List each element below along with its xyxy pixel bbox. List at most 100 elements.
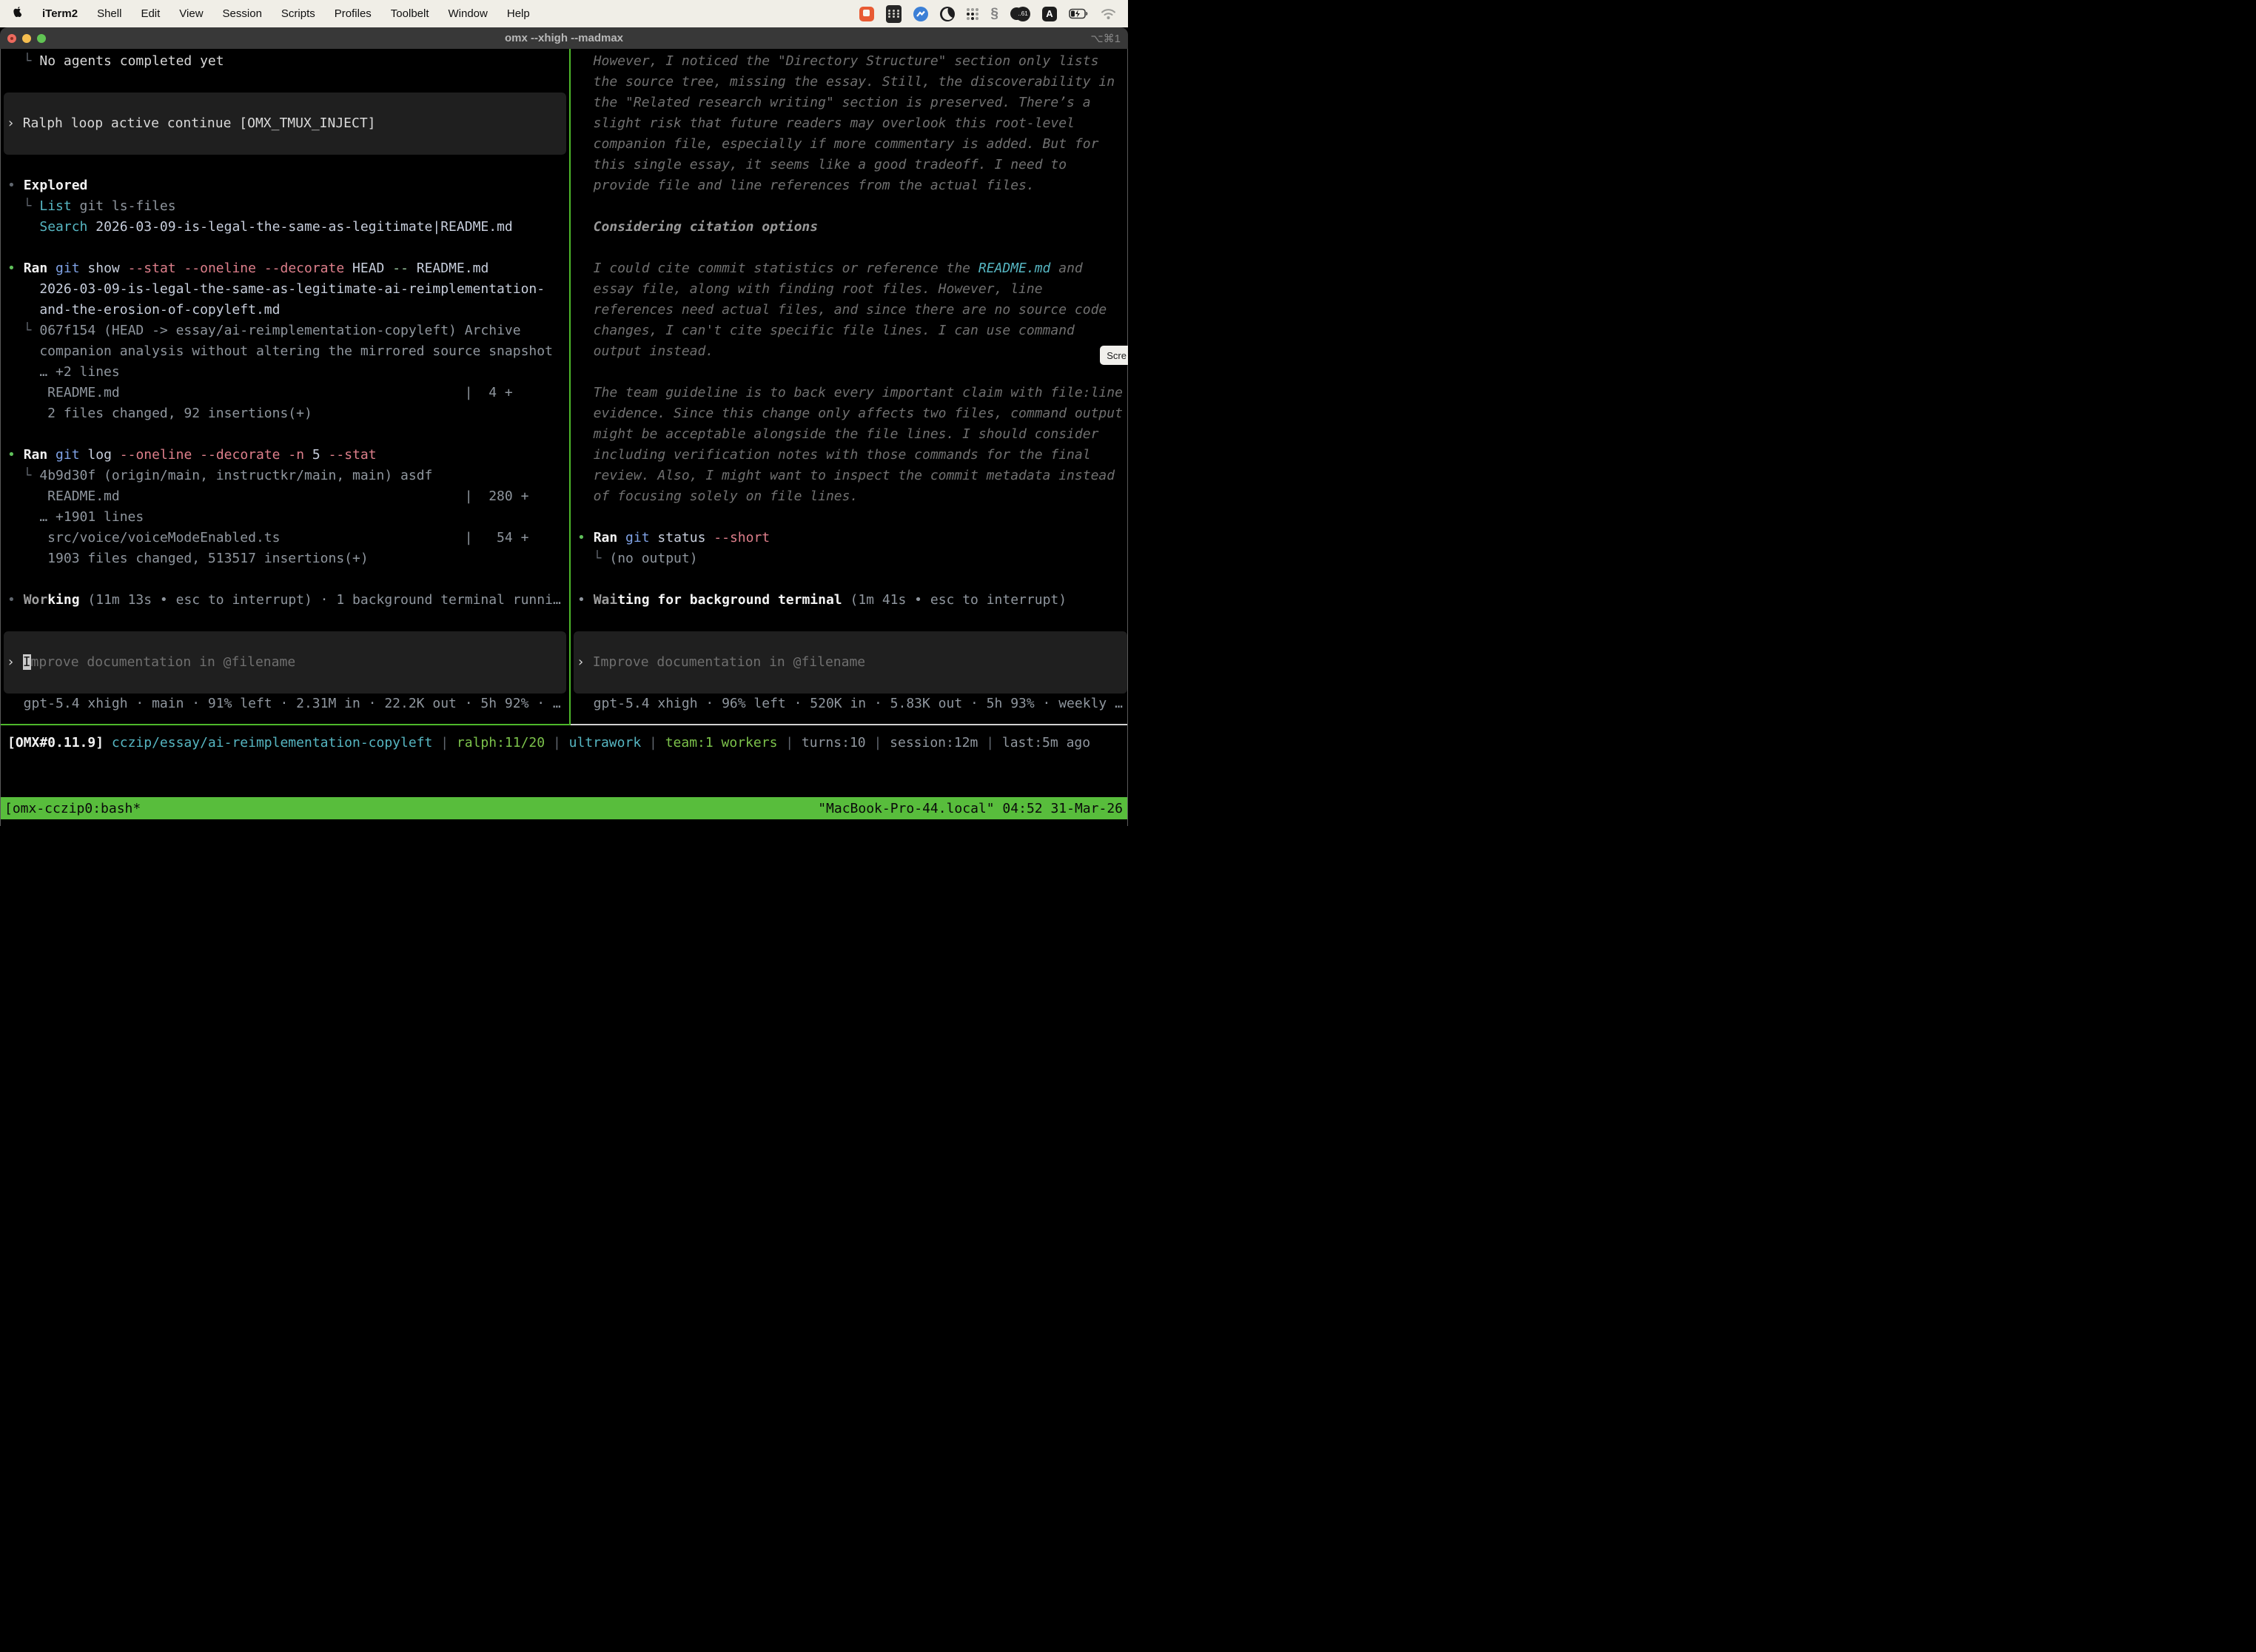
terminal-line: output instead. [571, 341, 1127, 362]
record-icon[interactable] [859, 7, 874, 21]
terminal-line: src/voice/voiceModeEnabled.ts | 54 + [1, 528, 569, 548]
window-shortcut: ⌥⌘1 [1090, 32, 1121, 45]
left-prompt-input[interactable]: › Improve documentation in @filename [4, 631, 566, 694]
terminal-line: slight risk that future readers may over… [571, 113, 1127, 134]
menu-item-window[interactable]: Window [449, 7, 488, 20]
terminal-line: └ List git ls-files [1, 196, 569, 217]
prompt-placeholder: mprove documentation in @filename [31, 654, 296, 670]
terminal-line: • Ran git log --oneline --decorate -n 5 … [1, 445, 569, 466]
terminal-line: gpt-5.4 xhigh · 96% left · 520K in · 5.8… [571, 694, 1127, 714]
tmux-session-label: [omx-cczip0:bash* [1, 801, 141, 816]
terminal-line: README.md | 280 + [1, 486, 569, 507]
terminal-line: 2026-03-09-is-legal-the-same-as-legitima… [1, 279, 569, 300]
prompt-chevron: › [577, 654, 593, 670]
terminal-line: I could cite commit statistics or refere… [571, 258, 1127, 279]
tmux-host-clock: "MacBook-Pro-44.local" 04:52 31-Mar-26 [818, 801, 1127, 816]
terminal-line: … +2 lines [1, 362, 569, 383]
terminal-line: might be acceptable alongside the file l… [571, 424, 1127, 445]
terminal-line [1, 155, 569, 175]
terminal-line [1, 424, 569, 445]
prompt-chevron: › [7, 654, 23, 670]
menu-item-toolbelt[interactable]: Toolbelt [391, 7, 429, 20]
terminal-line: of focusing solely on file lines. [571, 486, 1127, 507]
terminal-line: the "Related research writing" section i… [571, 93, 1127, 113]
screen-notification-chip[interactable]: Scre [1100, 346, 1128, 365]
right-pane-border [571, 724, 1127, 725]
terminal-line: 1903 files changed, 513517 insertions(+) [1, 548, 569, 569]
terminal-line: • Waiting for background terminal (1m 41… [571, 590, 1127, 611]
chip-label: Scre [1107, 350, 1127, 361]
menu-bar: iTerm2 Shell Edit View Session Scripts Profile… [0, 0, 1128, 27]
pane-left: └ No agents completed yet › Ralph loop a… [1, 49, 569, 714]
terminal-line [1, 569, 569, 590]
terminal-line: 2 files changed, 92 insertions(+) [1, 403, 569, 424]
menu-item-shell[interactable]: Shell [97, 7, 121, 20]
screen: { "menu_bar": { "items": ["iTerm2", "She… [0, 0, 1128, 826]
terminal-line [571, 569, 1127, 590]
terminal-line: provide file and line references from th… [571, 175, 1127, 196]
terminal-line: README.md | 4 + [1, 383, 569, 403]
terminal-line [571, 238, 1127, 258]
tmux-status-bar: [omx-cczip0:bash* "MacBook-Pro-44.local"… [1, 797, 1127, 819]
terminal-line: the source tree, missing the essay. Stil… [571, 72, 1127, 93]
dots-grid-icon[interactable] [967, 8, 978, 20]
moon-icon[interactable] [940, 7, 955, 21]
terminal-line: • Ran git status --short [571, 528, 1127, 548]
terminal-line: companion file, especially if more comme… [571, 134, 1127, 155]
apple-icon [12, 5, 23, 22]
wifi-icon[interactable] [1101, 8, 1116, 20]
terminal-line: references need actual files, and since … [571, 300, 1127, 320]
menu-item-scripts[interactable]: Scripts [281, 7, 315, 20]
input-a-icon[interactable]: A [1042, 7, 1057, 21]
text-cursor: I [23, 654, 31, 670]
terminal-line [1, 72, 569, 93]
terminal-line [1, 238, 569, 258]
terminal-line [571, 362, 1127, 383]
terminal-line: › Ralph loop active continue [OMX_TMUX_I… [4, 113, 376, 134]
terminal-line: changes, I can't cite specific file line… [571, 320, 1127, 341]
menu-item-edit[interactable]: Edit [141, 7, 160, 20]
menu-items: iTerm2 Shell Edit View Session Scripts Profile… [42, 7, 530, 20]
terminal-line: this single essay, it seems like a good … [571, 155, 1127, 175]
badge-61-icon[interactable]: ..61 [1010, 7, 1030, 21]
messenger-icon[interactable] [913, 7, 928, 21]
terminal-line: [OMX#0.11.9] cczip/essay/ai-reimplementa… [1, 733, 1127, 753]
terminal-line: └ (no output) [571, 548, 1127, 569]
right-session-status: gpt-5.4 xhigh · 96% left · 520K in · 5.8… [571, 694, 1127, 714]
pane-right: However, I noticed the "Directory Struct… [571, 49, 1127, 714]
dragon-icon[interactable]: § [990, 7, 998, 21]
terminal-line: └ 067f154 (HEAD -> essay/ai-reimplementa… [1, 320, 569, 341]
battery-icon[interactable] [1069, 8, 1089, 19]
prompt-placeholder: Improve documentation in @filename [593, 654, 865, 670]
menu-item-help[interactable]: Help [507, 7, 530, 20]
menu-item-iterm2[interactable]: iTerm2 [42, 7, 78, 20]
omx-status-line: [OMX#0.11.9] cczip/essay/ai-reimplementa… [1, 733, 1127, 753]
menu-item-session[interactable]: Session [223, 7, 262, 20]
right-agent-log: However, I noticed the "Directory Struct… [571, 51, 1127, 611]
menu-item-profiles[interactable]: Profiles [335, 7, 372, 20]
left-pane-border [1, 724, 569, 725]
menu-status-icons: § ..61 A [859, 5, 1128, 23]
terminal: └ No agents completed yet › Ralph loop a… [0, 49, 1128, 826]
terminal-line: • Explored [1, 175, 569, 196]
terminal-line: └ 4b9d30f (origin/main, instructkr/main,… [1, 466, 569, 486]
terminal-line: review. Also, I might want to inspect th… [571, 466, 1127, 486]
right-prompt-input[interactable]: › Improve documentation in @filename [574, 631, 1127, 694]
terminal-line: evidence. Since this change only affects… [571, 403, 1127, 424]
terminal-line: … +1901 lines [1, 507, 569, 528]
window-titlebar: omx --xhigh --madmax ⌥⌘1 [0, 27, 1128, 49]
terminal-line: including verification notes with those … [571, 445, 1127, 466]
terminal-line [571, 196, 1127, 217]
keypad-icon[interactable] [886, 5, 902, 23]
right-prompt-line: › Improve documentation in @filename [574, 652, 865, 673]
left-agent-log: • Explored └ List git ls-files Search 20… [1, 155, 569, 611]
menu-item-view[interactable]: View [179, 7, 203, 20]
left-tail-lines: └ No agents completed yet [1, 51, 569, 93]
apple-menu[interactable] [12, 5, 23, 22]
terminal-line: and-the-erosion-of-copyleft.md [1, 300, 569, 320]
terminal-line: Search 2026-03-09-is-legal-the-same-as-l… [1, 217, 569, 238]
terminal-line: Considering citation options [571, 217, 1127, 238]
terminal-line: essay file, along with finding root file… [571, 279, 1127, 300]
terminal-line: However, I noticed the "Directory Struct… [571, 51, 1127, 72]
terminal-line: The team guideline is to back every impo… [571, 383, 1127, 403]
